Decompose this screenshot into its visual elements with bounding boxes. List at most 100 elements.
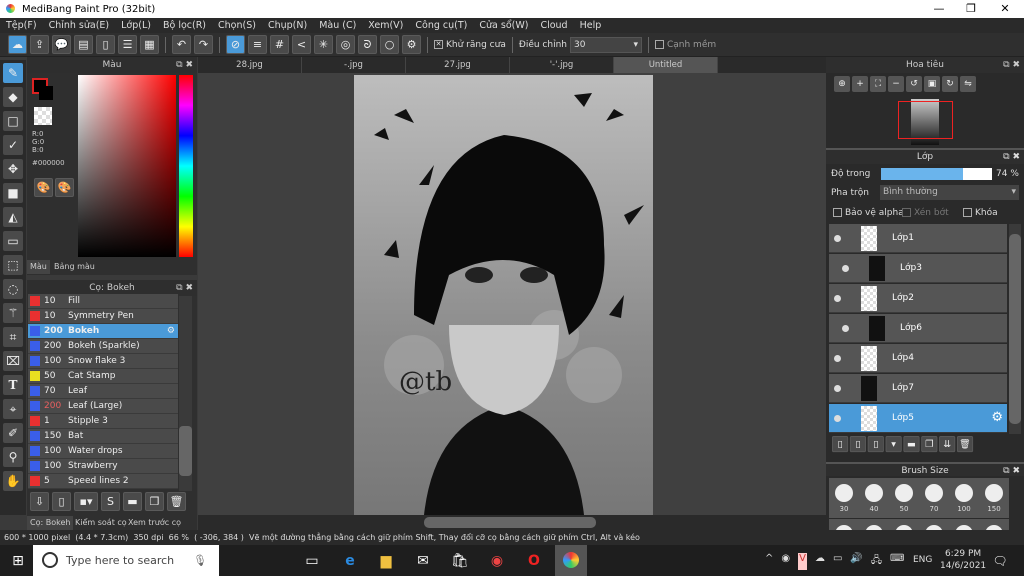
windows-start-icon[interactable]: ⊞ bbox=[8, 551, 28, 571]
brush-size-option[interactable] bbox=[859, 519, 889, 530]
share-icon[interactable]: ⇪ bbox=[30, 35, 49, 54]
brush-item[interactable]: 100 Water drops bbox=[28, 444, 178, 459]
file-explorer-icon[interactable]: ▆ bbox=[376, 551, 396, 571]
folder-icon[interactable]: ▬ bbox=[123, 492, 142, 511]
gear-icon[interactable]: ⚙ bbox=[991, 410, 1003, 425]
gear-icon[interactable]: ⚙ bbox=[167, 326, 175, 336]
microphone-icon[interactable]: 🎙 bbox=[193, 545, 207, 576]
duplicate-icon[interactable]: ❐ bbox=[145, 492, 164, 511]
maximize-button[interactable]: ❐ bbox=[956, 0, 986, 18]
saturation-value-picker[interactable] bbox=[78, 75, 176, 257]
network-icon[interactable]: 🖧 bbox=[871, 553, 882, 570]
brush-size-option[interactable]: 150 bbox=[979, 478, 1009, 518]
battery-icon[interactable]: ▭ bbox=[833, 553, 842, 570]
circle-snap-icon[interactable]: ◎ bbox=[336, 35, 355, 54]
eyedropper-tool-icon[interactable]: ⚲ bbox=[3, 447, 23, 467]
chrome-icon[interactable]: ◉ bbox=[487, 551, 507, 571]
brush-settings-icon[interactable]: S bbox=[101, 492, 120, 511]
menu-item[interactable]: Help bbox=[580, 20, 602, 31]
taskbar-search[interactable]: Type here to search 🎙 bbox=[33, 545, 219, 576]
correction-select[interactable]: 30 ▾ bbox=[569, 36, 642, 53]
select-eraser-tool-icon[interactable]: ⌧ bbox=[3, 351, 23, 371]
layer-list-scrollbar[interactable] bbox=[1009, 224, 1021, 434]
tab-brush-preview[interactable]: Xem trước cọ bbox=[125, 516, 184, 530]
panel-close-icon[interactable]: ⧉ ✖ bbox=[1003, 150, 1020, 164]
eye-icon[interactable] bbox=[834, 415, 841, 422]
navigator-viewport[interactable] bbox=[898, 101, 953, 139]
panel-close-icon[interactable]: ⧉ ✖ bbox=[1003, 464, 1020, 478]
redo-icon[interactable]: ↷ bbox=[194, 35, 213, 54]
brush-size-option[interactable]: 40 bbox=[859, 478, 889, 518]
reset-view-icon[interactable]: ▣ bbox=[924, 76, 940, 92]
page-icon[interactable]: ▯ bbox=[96, 35, 115, 54]
layer-row[interactable]: Lớp7 bbox=[829, 374, 1007, 403]
clock[interactable]: 6:29 PM 14/6/2021 bbox=[940, 548, 986, 572]
layer-row[interactable]: Lớp4 bbox=[829, 344, 1007, 373]
horizontal-scrollbar[interactable] bbox=[198, 515, 826, 530]
brush-size-option[interactable] bbox=[829, 519, 859, 530]
notifications-icon[interactable]: 🗨 bbox=[990, 551, 1010, 571]
brush-item[interactable]: 70 Leaf bbox=[28, 384, 178, 399]
opacity-slider[interactable] bbox=[881, 168, 992, 180]
fit-window-icon[interactable]: ⛶ bbox=[870, 76, 886, 92]
menu-item[interactable]: Chỉnh sửa(E) bbox=[49, 20, 110, 31]
lasso-tool-icon[interactable]: ◌ bbox=[3, 279, 23, 299]
tab-color[interactable]: Màu bbox=[27, 260, 50, 274]
operation-tool-icon[interactable]: ⌖ bbox=[3, 399, 23, 419]
minimize-button[interactable]: — bbox=[924, 0, 954, 18]
protect-alpha-checkbox[interactable]: Bảo vệ alpha bbox=[833, 208, 904, 218]
artwork-canvas[interactable]: @tb bbox=[354, 75, 653, 515]
lock-checkbox[interactable]: Khóa bbox=[963, 208, 998, 218]
keyboard-icon[interactable]: ⌨ bbox=[890, 553, 904, 570]
duplicate-layer-icon[interactable]: ❐ bbox=[921, 436, 938, 453]
store-icon[interactable]: 🛍 bbox=[450, 551, 470, 571]
layer-row[interactable]: Lớp6 bbox=[829, 314, 1007, 343]
folder-icon[interactable]: ▬ bbox=[903, 436, 920, 453]
medibang-taskbar-icon[interactable] bbox=[555, 545, 587, 576]
eye-icon[interactable] bbox=[834, 385, 841, 392]
antialias-checkbox[interactable]: ✕ Khử răng cưa bbox=[434, 39, 506, 50]
show-hidden-icons-icon[interactable]: ^ bbox=[765, 553, 773, 570]
delete-icon[interactable]: 🗑 bbox=[167, 492, 186, 511]
onedrive-icon[interactable]: ☁ bbox=[815, 553, 825, 570]
brush-item[interactable]: 50 Cat Stamp bbox=[28, 369, 178, 384]
menu-item[interactable]: Cửa sổ(W) bbox=[479, 20, 528, 31]
zoom-in-icon[interactable]: + bbox=[852, 76, 868, 92]
layer-row[interactable]: Lớp2 bbox=[829, 284, 1007, 313]
hand-tool-icon[interactable]: ✋ bbox=[3, 471, 23, 491]
document-tab[interactable]: Untitled bbox=[614, 57, 718, 73]
rectangle-tool-icon[interactable]: □ bbox=[3, 111, 23, 131]
undo-icon[interactable]: ↶ bbox=[172, 35, 191, 54]
merge-down-icon[interactable]: ⇊ bbox=[939, 436, 956, 453]
new-layer-icon[interactable]: ▯ bbox=[832, 436, 849, 453]
zoom-actual-icon[interactable]: ⊕ bbox=[834, 76, 850, 92]
layer-row[interactable]: Lớp5 ⚙ bbox=[829, 404, 1007, 433]
volume-icon[interactable]: 🔊 bbox=[850, 553, 862, 570]
menu-item[interactable]: Lớp(L) bbox=[121, 20, 151, 31]
palette-icon[interactable]: 🎨 bbox=[34, 178, 53, 197]
menu-item[interactable]: Chọn(S) bbox=[218, 20, 256, 31]
panel-close-icon[interactable]: ⧉ ✖ bbox=[176, 57, 193, 73]
eye-icon[interactable] bbox=[834, 235, 841, 242]
new-layer-8bit-icon[interactable]: ▯ bbox=[849, 436, 866, 453]
parallel-snap-icon[interactable]: ≡ bbox=[248, 35, 267, 54]
add-layer-menu-icon[interactable]: ▾ bbox=[885, 436, 902, 453]
bucket-tool-icon[interactable]: ◭ bbox=[3, 207, 23, 227]
eye-icon[interactable] bbox=[834, 355, 841, 362]
new-brush-icon[interactable]: ▯ bbox=[52, 492, 71, 511]
brush-size-option[interactable] bbox=[919, 519, 949, 530]
brush-size-option[interactable] bbox=[889, 519, 919, 530]
note-icon[interactable]: ▤ bbox=[74, 35, 93, 54]
opera-icon[interactable]: O bbox=[524, 551, 544, 571]
mail-icon[interactable]: ✉ bbox=[413, 551, 433, 571]
select-tool-icon[interactable]: ⬚ bbox=[3, 255, 23, 275]
brush-item[interactable]: 5 Speed lines 2 bbox=[28, 474, 178, 489]
brush-item[interactable]: 150 Bat bbox=[28, 429, 178, 444]
brush-item[interactable]: 10 Symmetry Pen bbox=[28, 309, 178, 324]
rotate-right-icon[interactable]: ↻ bbox=[942, 76, 958, 92]
radial-snap-icon[interactable]: ✳ bbox=[314, 35, 333, 54]
new-layer-1bit-icon[interactable]: ▯ bbox=[867, 436, 884, 453]
panel-icon[interactable]: ▦ bbox=[140, 35, 159, 54]
divide-tool-icon[interactable]: ✐ bbox=[3, 423, 23, 443]
layer-row[interactable]: Lớp3 bbox=[829, 254, 1007, 283]
